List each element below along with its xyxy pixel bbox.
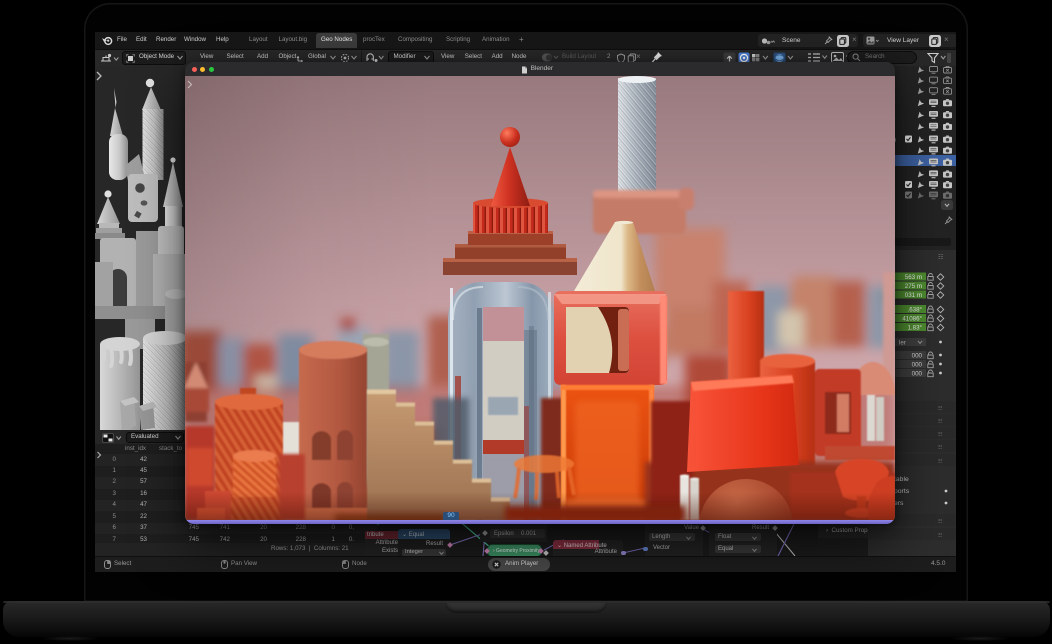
svg-text:☷: ☷ [938, 432, 943, 438]
svg-text:☷: ☷ [938, 419, 943, 425]
svg-text:000: 000 [912, 362, 923, 369]
svg-text:ler: ler [899, 340, 906, 347]
svg-text:☷: ☷ [938, 406, 943, 412]
svg-text:000: 000 [912, 353, 923, 360]
svg-text:1.83°: 1.83° [907, 325, 922, 332]
svg-text:.638°: .638° [907, 307, 922, 314]
svg-text:000: 000 [912, 371, 923, 378]
svg-text:563 m: 563 m [905, 274, 922, 281]
svg-text:275 m: 275 m [905, 283, 922, 290]
svg-text:☷: ☷ [938, 445, 943, 451]
svg-text:☷: ☷ [938, 519, 943, 525]
svg-text:☷: ☷ [938, 533, 943, 539]
svg-text:41086°: 41086° [902, 316, 922, 323]
svg-text:ers: ers [894, 500, 904, 507]
svg-text:ports: ports [894, 488, 910, 495]
svg-text:☷: ☷ [938, 459, 943, 465]
svg-text:031 m: 031 m [905, 292, 922, 299]
svg-text:table: table [894, 476, 909, 483]
